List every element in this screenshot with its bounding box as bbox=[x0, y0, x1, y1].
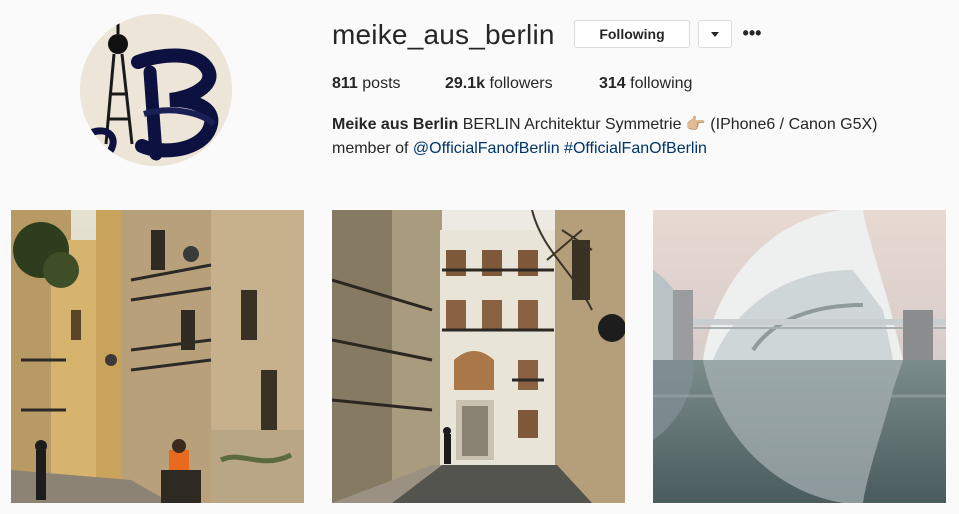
avatar[interactable] bbox=[80, 14, 232, 166]
bio-line-1: Meike aus Berlin BERLIN Architektur Symm… bbox=[332, 113, 932, 137]
following-label: following bbox=[630, 75, 693, 92]
following-button[interactable]: Following bbox=[574, 20, 690, 48]
post-image-street-yellow bbox=[11, 210, 304, 503]
following-stat[interactable]: 314 following bbox=[599, 73, 692, 95]
more-options-button[interactable]: ••• bbox=[742, 22, 762, 46]
pointing-hand-emoji: 👉🏼 bbox=[685, 116, 706, 133]
bio-text: BERLIN Architektur Symmetrie bbox=[462, 116, 682, 133]
profile-page: meike_aus_berlin Following ••• 811 posts… bbox=[0, 0, 959, 514]
followers-count: 29.1k bbox=[445, 75, 486, 92]
mention-link[interactable]: @OfficialFanofBerlin bbox=[413, 140, 560, 157]
post-thumbnail-2[interactable] bbox=[332, 210, 625, 503]
post-image-modern-building bbox=[653, 210, 946, 503]
followers-label: followers bbox=[489, 75, 553, 92]
member-of-text: member of bbox=[332, 140, 409, 157]
post-image-street-white bbox=[332, 210, 625, 503]
post-thumbnail-1[interactable] bbox=[11, 210, 304, 503]
posts-stat: 811 posts bbox=[332, 73, 401, 95]
followers-stat[interactable]: 29.1k followers bbox=[445, 73, 553, 95]
bio-line-2: member of @OfficialFanofBerlin #Official… bbox=[332, 137, 932, 161]
profile-bio: Meike aus Berlin BERLIN Architektur Symm… bbox=[332, 113, 932, 161]
hashtag-link[interactable]: #OfficialFanOfBerlin bbox=[564, 140, 707, 157]
posts-label: posts bbox=[362, 75, 401, 92]
avatar-image bbox=[80, 14, 232, 166]
posts-count: 811 bbox=[332, 75, 358, 92]
bio-devices: (IPhone6 / Canon G5X) bbox=[710, 116, 878, 133]
post-thumbnail-3[interactable] bbox=[653, 210, 946, 503]
caret-down-icon bbox=[711, 31, 719, 37]
username: meike_aus_berlin bbox=[332, 19, 555, 50]
suggestions-dropdown-button[interactable] bbox=[698, 20, 732, 48]
following-count: 314 bbox=[599, 75, 626, 92]
full-name: Meike aus Berlin bbox=[332, 116, 459, 133]
